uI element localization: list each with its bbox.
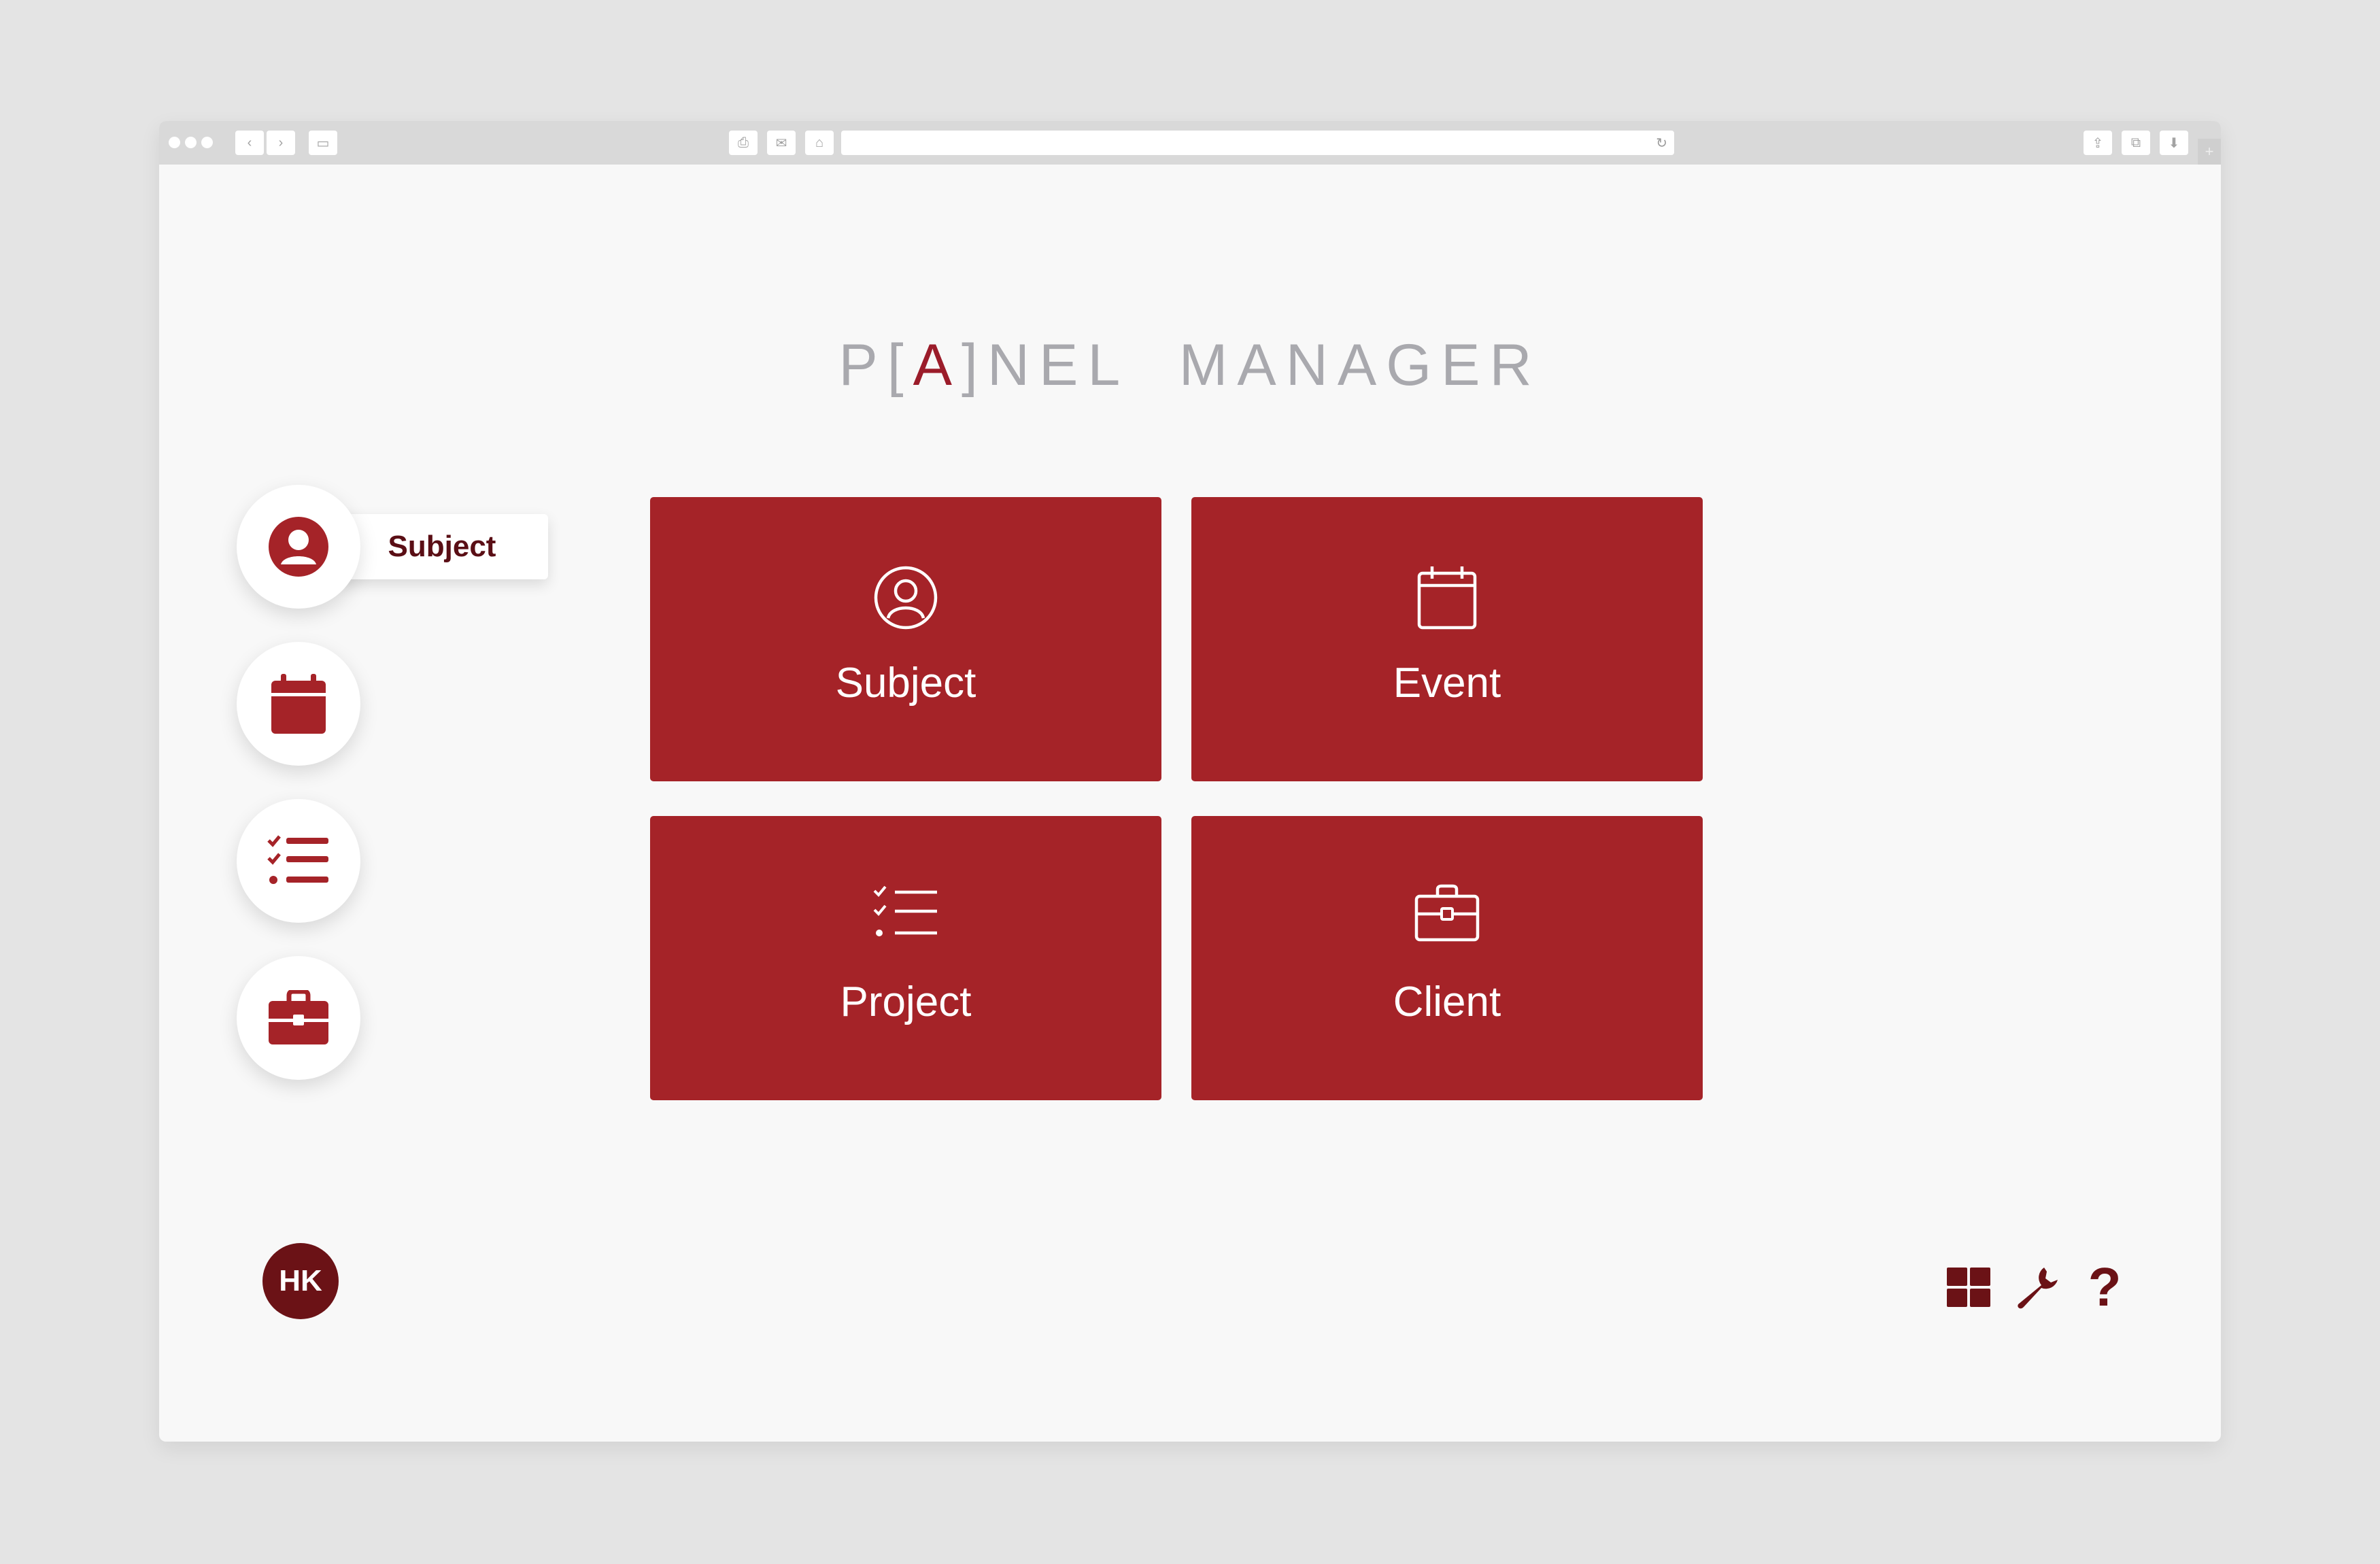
- share-icon[interactable]: ⇪: [2084, 131, 2112, 155]
- browser-window: ‹ › ▭ ⎙ ✉ ⌂ ↻ ⇪ ⧉ ⬇ + P[A]NEL MANAGER Su…: [159, 121, 2221, 1442]
- mail-icon[interactable]: ✉: [767, 131, 796, 155]
- wrench-icon: [2018, 1268, 2058, 1309]
- help-button[interactable]: ?: [2081, 1257, 2128, 1317]
- bottom-toolbar: ?: [1945, 1257, 2128, 1317]
- address-bar[interactable]: ↻: [841, 131, 1674, 155]
- tile-client[interactable]: Client: [1191, 816, 1703, 1100]
- checklist-icon: [267, 835, 328, 884]
- grid-button[interactable]: [1945, 1263, 1992, 1311]
- tabs-icon[interactable]: ⧉: [2122, 131, 2150, 155]
- window-dot-close[interactable]: [169, 137, 180, 148]
- sidebar-item-subject[interactable]: [237, 485, 360, 609]
- sidebar-item-client[interactable]: [237, 956, 360, 1080]
- calendar-icon: [271, 674, 326, 734]
- tile-project[interactable]: Project: [650, 816, 1161, 1100]
- grid-icon: [1947, 1268, 1990, 1307]
- browser-toolbar: ‹ › ▭ ⎙ ✉ ⌂ ↻ ⇪ ⧉ ⬇ +: [159, 121, 2221, 165]
- briefcase-icon: [1414, 884, 1480, 942]
- reload-icon[interactable]: ↻: [1656, 135, 1667, 152]
- forward-icon[interactable]: ›: [267, 131, 295, 155]
- tile-label: Client: [1393, 979, 1501, 1025]
- download-icon[interactable]: ⬇: [2160, 131, 2188, 155]
- sidebar-item-event[interactable]: [237, 642, 360, 766]
- window-dot-zoom[interactable]: [201, 137, 213, 148]
- tile-event[interactable]: Event: [1191, 497, 1703, 781]
- help-icon: ?: [2088, 1257, 2122, 1317]
- checklist-icon: [873, 885, 937, 936]
- sidebar-item-project[interactable]: [237, 799, 360, 923]
- sidebar-icon[interactable]: ▭: [309, 131, 337, 155]
- title-suffix: ]NEL MANAGER: [962, 333, 1542, 398]
- tile-label: Project: [840, 979, 972, 1025]
- window-controls[interactable]: [169, 137, 213, 148]
- user-icon: [269, 517, 328, 577]
- sidebar-tooltip-subject: Subject: [336, 514, 548, 579]
- window-dot-minimize[interactable]: [185, 137, 197, 148]
- title-accent: A: [913, 333, 962, 398]
- user-avatar[interactable]: HK: [262, 1243, 339, 1319]
- settings-button[interactable]: [2013, 1263, 2060, 1311]
- tile-label: Event: [1393, 660, 1501, 707]
- page-title: P[A]NEL MANAGER: [159, 332, 2221, 399]
- back-icon[interactable]: ‹: [235, 131, 264, 155]
- print-icon[interactable]: ⎙: [729, 131, 758, 155]
- home-icon[interactable]: ⌂: [805, 131, 834, 155]
- tile-subject[interactable]: Subject: [650, 497, 1161, 781]
- calendar-icon: [1417, 566, 1477, 630]
- title-prefix: P[: [838, 333, 913, 398]
- briefcase-icon: [269, 990, 328, 1044]
- user-icon: [874, 566, 938, 630]
- new-tab-button[interactable]: +: [2198, 139, 2221, 165]
- tile-label: Subject: [835, 660, 976, 707]
